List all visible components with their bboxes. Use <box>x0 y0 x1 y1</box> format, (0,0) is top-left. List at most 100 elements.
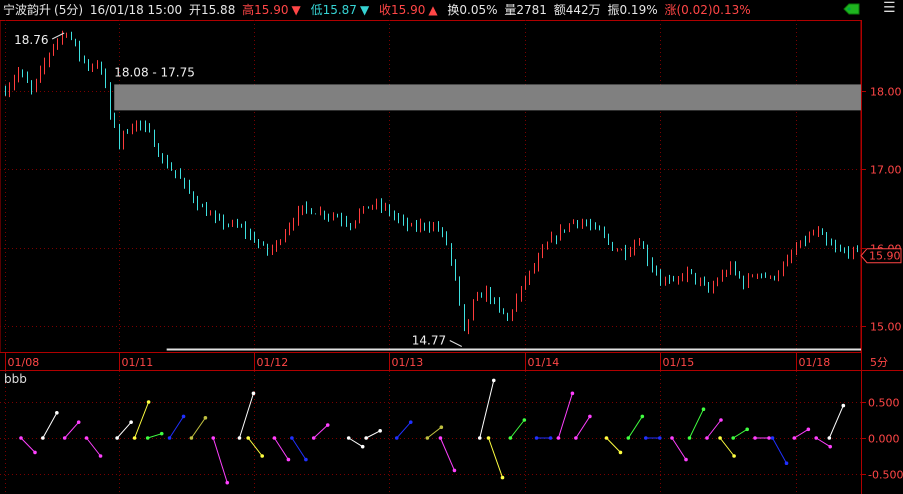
indicator-segment <box>116 421 132 439</box>
stock-name[interactable]: 宁波韵升 <box>3 3 51 17</box>
indicator-segment <box>732 428 748 439</box>
indicator-point <box>181 414 186 419</box>
indicator-segment <box>313 424 329 439</box>
indicator-segment <box>190 417 206 439</box>
indicator-segment <box>134 401 150 439</box>
indicator-point <box>767 436 771 440</box>
indicator-segment <box>719 437 735 457</box>
indicator-point <box>548 436 553 440</box>
indicator-point <box>640 414 645 419</box>
indicator-point <box>753 436 757 440</box>
indicator-point <box>684 457 688 462</box>
indicator-point <box>745 427 749 432</box>
indicator-segment <box>348 437 363 448</box>
indicator-point <box>626 436 631 440</box>
indicator-segment <box>42 412 58 439</box>
indicator-point <box>76 420 81 424</box>
indicator-segment <box>557 393 573 439</box>
indicator-point <box>556 436 561 440</box>
indicator-segment <box>291 437 307 460</box>
indicator-point <box>770 436 775 440</box>
indicator-segment <box>606 437 621 453</box>
indicator-segment <box>689 408 704 439</box>
close-price: 收15.90 ▲ <box>379 3 438 17</box>
date-tick-label: 01/08 <box>8 356 40 369</box>
indicator-point <box>452 468 457 473</box>
indicator-point <box>408 420 413 424</box>
indicator-segment <box>479 380 495 439</box>
indicator-segment <box>86 437 101 457</box>
indicator-point <box>272 436 277 440</box>
indicator-point <box>508 436 513 440</box>
indicator-point <box>701 407 706 412</box>
indicator-point <box>522 418 527 422</box>
date-tick-label: 01/11 <box>122 356 154 369</box>
date-tick-label: 01/14 <box>528 356 560 369</box>
indicator-point <box>189 436 194 440</box>
date-tick-label: 01/12 <box>257 356 289 369</box>
indicator-point <box>98 454 103 458</box>
tag-icon[interactable] <box>842 3 860 18</box>
indicator-point <box>574 436 578 440</box>
open-price: 开15.88 <box>188 3 236 17</box>
indicator-point <box>827 436 832 440</box>
indicator-segment <box>439 437 455 471</box>
indicator-point <box>145 436 150 440</box>
close-arrow-icon: ▲ <box>428 3 438 17</box>
indicator-segment <box>627 416 643 439</box>
indicator-point <box>33 450 37 455</box>
indicator-point <box>251 391 256 396</box>
change: 涨(0.02)0.13% <box>664 3 751 17</box>
indicator-point <box>486 436 491 440</box>
indicator-segment <box>147 433 162 439</box>
menu-icon[interactable]: ☰ <box>883 0 896 16</box>
indicator-point <box>828 444 832 449</box>
indicator-point <box>500 475 505 480</box>
indicator-point <box>346 436 351 440</box>
indicator-tick-label: 0.500 <box>868 397 900 410</box>
indicator-point <box>604 436 609 440</box>
indicator-title: bbb <box>4 372 27 386</box>
indicator-point <box>304 457 308 462</box>
indicator-point <box>841 403 846 408</box>
indicator-point <box>203 416 208 420</box>
low-arrow-icon: ▼ <box>359 3 370 17</box>
indicator-point <box>718 436 722 440</box>
indicator-point <box>719 418 723 422</box>
indicator-point <box>618 450 623 455</box>
indicator-segment <box>247 437 263 457</box>
amount: 额442万 <box>553 3 601 17</box>
indicator-point <box>792 436 797 440</box>
indicator-point <box>115 436 119 440</box>
amplitude: 振0.19% <box>607 3 658 17</box>
indicator-segment <box>427 426 442 439</box>
indicator-point <box>732 454 736 458</box>
turnover-rate: 换0.05% <box>447 3 498 17</box>
indicator-point <box>237 436 242 440</box>
indicator-point <box>290 436 294 440</box>
indicator-point <box>658 436 662 440</box>
volume: 量2781 <box>504 3 547 17</box>
indicator-point <box>260 454 265 458</box>
low-price: 低15.87 ▼ <box>310 3 370 17</box>
period-tag: 5分 <box>870 356 888 369</box>
high-price: 高15.90 ▼ <box>242 3 301 17</box>
indicator-segment <box>273 437 289 460</box>
indicator-point <box>146 400 151 404</box>
period-label[interactable]: (5分) <box>54 3 83 17</box>
indicator-point <box>814 436 818 440</box>
last-price-label: 15.90 <box>869 250 901 263</box>
indicator-point <box>687 436 692 440</box>
indicator-segment <box>706 419 722 439</box>
indicator-segment <box>64 421 80 439</box>
indicator-segment <box>396 421 412 439</box>
indicator-point <box>62 436 67 440</box>
stock-chart[interactable]: 18.7614.7718.08 - 17.75 18.0017.0016.001… <box>0 0 903 494</box>
indicator-point <box>225 480 230 485</box>
date-tick-label: 01/18 <box>799 356 831 369</box>
indicator-point <box>55 411 59 415</box>
indicator-point <box>784 461 789 466</box>
indicator-point <box>670 436 674 440</box>
date-tick-label: 01/13 <box>392 356 424 369</box>
gap-range-label: 18.08 - 17.75 <box>114 65 195 79</box>
